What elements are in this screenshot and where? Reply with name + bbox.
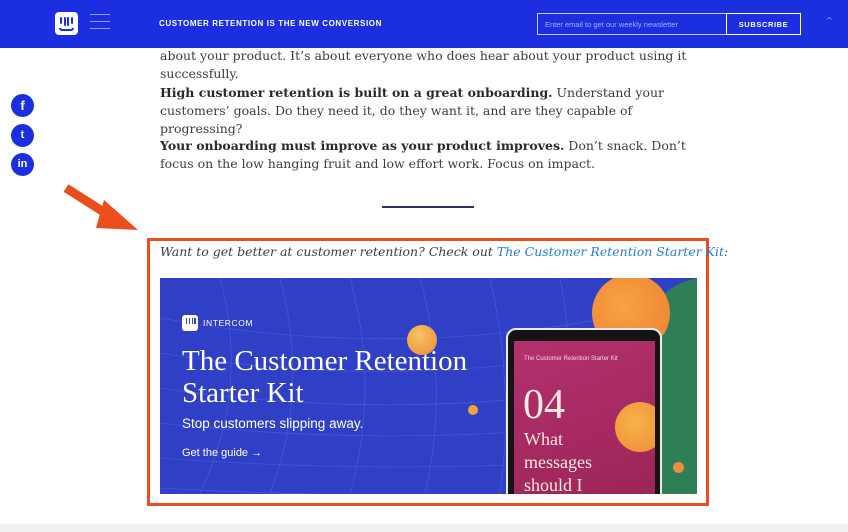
promo-intro-text: Want to get better at customer retention… [160, 244, 497, 259]
promo-intro: Want to get better at customer retention… [160, 244, 728, 259]
tablet-screen: The Customer Retention Starter Kit 04 Wh… [514, 341, 655, 494]
banner-subtitle: Stop customers slipping away. [182, 416, 364, 431]
promo-intro-end: : [724, 244, 729, 259]
orange-orb [468, 405, 478, 415]
twitter-share-icon[interactable]: t [11, 124, 34, 147]
tablet-chapter-title: should I [524, 475, 583, 494]
annotation-arrow-icon [63, 184, 138, 230]
paragraph-lead: High customer retention is built on a gr… [160, 85, 553, 100]
get-guide-link[interactable]: Get the guide → [182, 447, 262, 459]
tablet-kit-label: The Customer Retention Starter Kit [524, 356, 618, 362]
orange-orb [615, 402, 655, 452]
starter-kit-banner[interactable]: INTERCOM The Customer Retention Starter … [160, 278, 697, 494]
intercom-logo-icon[interactable] [55, 12, 78, 35]
facebook-share-icon[interactable]: f [11, 94, 34, 117]
header-title: CUSTOMER RETENTION IS THE NEW CONVERSION [159, 19, 382, 28]
orange-orb [673, 462, 684, 473]
article-paragraph: High customer retention is built on a gr… [160, 84, 700, 138]
site-header: CUSTOMER RETENTION IS THE NEW CONVERSION… [0, 0, 848, 48]
page-bottom-strip [0, 524, 848, 532]
subscribe-button[interactable]: SUBSCRIBE [726, 13, 801, 35]
banner-brand: INTERCOM [203, 318, 254, 328]
hamburger-menu-icon[interactable] [90, 14, 110, 32]
article-paragraph: about your product. It’s about everyone … [160, 48, 687, 81]
orange-orb [407, 325, 437, 355]
paragraph-lead: Your onboarding must improve as your pro… [160, 138, 565, 153]
scroll-top-icon[interactable]: ^ [826, 16, 833, 25]
linkedin-share-icon[interactable]: in [11, 153, 34, 176]
starter-kit-link[interactable]: The Customer Retention Starter Kit [497, 244, 724, 259]
article-paragraph: Your onboarding must improve as your pro… [160, 137, 700, 173]
newsletter-email-input[interactable] [537, 13, 726, 35]
section-divider [382, 206, 474, 208]
banner-title: The Customer Retention Starter Kit [182, 345, 468, 409]
tablet-chapter-title: messages [524, 452, 592, 472]
intercom-logo-icon [182, 315, 198, 331]
tablet-chapter-title: What [524, 429, 563, 449]
tablet-chapter-number: 04 [523, 382, 565, 428]
